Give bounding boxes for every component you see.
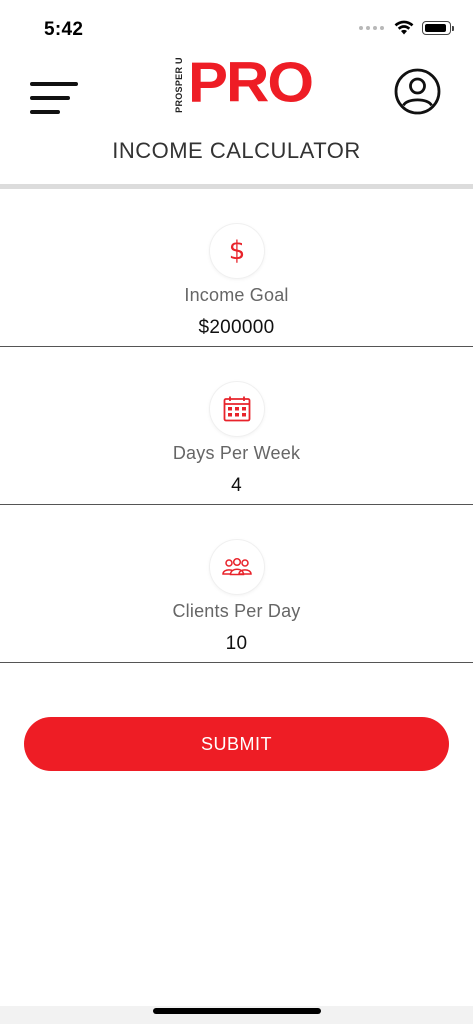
- days-per-week-label: Days Per Week: [172, 443, 301, 463]
- status-icons: [359, 20, 454, 35]
- prosper-u-pro-logo: PROSPER U PRO: [172, 54, 314, 114]
- income-goal-label: Income Goal: [184, 285, 289, 305]
- hamburger-menu-icon[interactable]: [30, 82, 80, 118]
- dollar-icon: $: [210, 224, 264, 278]
- clients-per-day-value[interactable]: 10: [0, 633, 473, 655]
- days-per-week-field[interactable]: Days Per Week 4: [0, 347, 473, 505]
- user-circle-icon[interactable]: [394, 68, 441, 115]
- home-indicator[interactable]: [153, 1008, 321, 1014]
- signal-icon: [359, 25, 384, 30]
- people-icon: [210, 540, 264, 594]
- app-header: PROSPER U PRO INCOME CALCULATOR: [0, 54, 473, 186]
- clients-per-day-field[interactable]: Clients Per Day 10: [0, 505, 473, 663]
- calendar-icon: [210, 382, 264, 436]
- logo-main-text: PRO: [188, 50, 314, 114]
- wifi-icon: [394, 20, 414, 35]
- days-per-week-value[interactable]: 4: [0, 475, 473, 497]
- page-title: INCOME CALCULATOR: [112, 138, 361, 163]
- submit-button[interactable]: SUBMIT: [24, 717, 449, 771]
- battery-icon: [422, 20, 454, 35]
- income-goal-field[interactable]: $ Income Goal $200000: [0, 189, 473, 347]
- clients-per-day-label: Clients Per Day: [172, 601, 301, 621]
- income-goal-value[interactable]: $200000: [0, 317, 473, 339]
- logo-small-text: PROSPER U: [174, 57, 184, 113]
- status-time: 5:42: [44, 19, 84, 40]
